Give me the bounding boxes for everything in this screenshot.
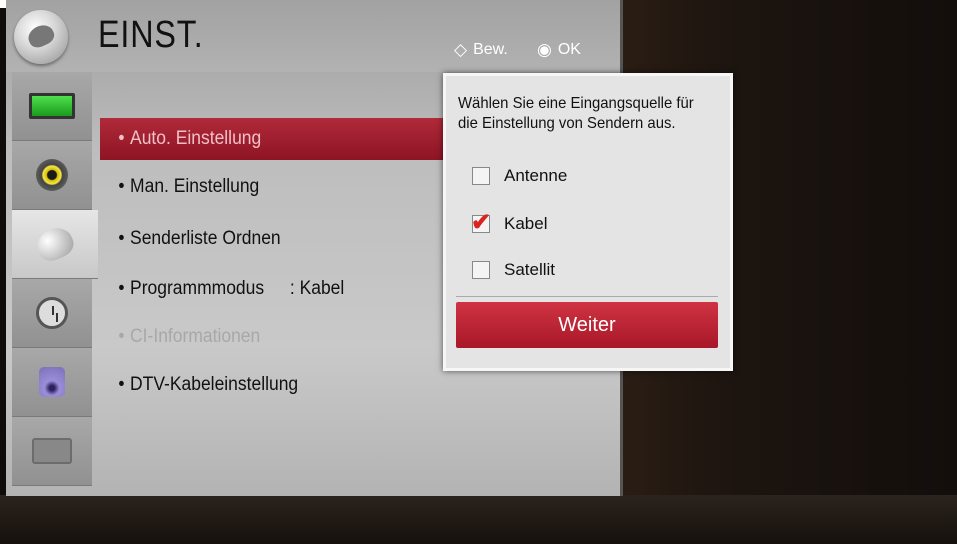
page-title: EINST.: [98, 14, 204, 56]
bullet: •: [118, 374, 125, 395]
satellite-dish-icon: [14, 10, 68, 64]
panel-header: EINST. ◇ Bew. ◉ OK: [6, 0, 620, 72]
move-hint-label: Bew.: [473, 41, 508, 58]
menu-item-label: Auto. Einstellung: [130, 128, 262, 149]
menu-item-label: DTV-Kabeleinstellung: [130, 374, 299, 395]
option-antenne[interactable]: Antenne: [472, 162, 567, 190]
picture-icon: [29, 93, 75, 119]
ok-icon: ◉: [537, 40, 552, 59]
lock-icon: [39, 367, 65, 397]
satellite-dish-icon: [32, 222, 78, 266]
dialog-message: Wählen Sie eine Eingangsquelle für die E…: [458, 95, 694, 132]
category-lock[interactable]: [12, 348, 92, 417]
bullet: •: [118, 228, 125, 249]
category-picture[interactable]: [12, 72, 92, 141]
bullet: •: [118, 128, 125, 149]
checkbox-satellit[interactable]: [472, 261, 490, 279]
category-time[interactable]: [12, 279, 92, 348]
option-satellit[interactable]: Satellit: [472, 256, 555, 284]
frame-bottom: [0, 495, 957, 544]
clock-icon: [36, 297, 68, 329]
menu-item-label: Senderliste Ordnen: [130, 228, 281, 249]
category-sidebar: [12, 72, 98, 486]
menu-item-label: Man. Einstellung: [130, 176, 260, 197]
suitcase-icon: [32, 438, 72, 464]
input-source-dialog: Wählen Sie eine Eingangsquelle für die E…: [443, 73, 733, 371]
checkmark-icon: ✔: [471, 209, 492, 236]
navigate-icon: ◇: [454, 40, 468, 59]
bullet: •: [118, 326, 125, 347]
category-option[interactable]: [12, 417, 92, 486]
audio-icon: [36, 159, 68, 191]
bullet: •: [118, 278, 125, 299]
category-audio[interactable]: [12, 141, 92, 210]
menu-item-label: Programmmodus: [130, 278, 265, 299]
menu-item-label: CI-Informationen: [130, 326, 261, 347]
option-label: Kabel: [504, 214, 548, 233]
option-kabel[interactable]: ✔ Kabel: [471, 209, 548, 238]
ok-hint: ◉ OK: [537, 40, 581, 60]
option-label: Antenne: [504, 166, 568, 185]
checkbox-antenne[interactable]: [472, 167, 490, 185]
next-button[interactable]: Weiter: [456, 302, 718, 348]
program-mode-value: : Kabel: [289, 278, 345, 299]
move-hint: ◇ Bew.: [454, 40, 508, 60]
option-label: Satellit: [504, 260, 556, 279]
ok-hint-label: OK: [557, 41, 581, 58]
divider: [456, 296, 718, 297]
bullet: •: [118, 176, 125, 197]
checkbox-kabel[interactable]: ✔: [471, 209, 491, 236]
category-setup[interactable]: [12, 210, 98, 279]
